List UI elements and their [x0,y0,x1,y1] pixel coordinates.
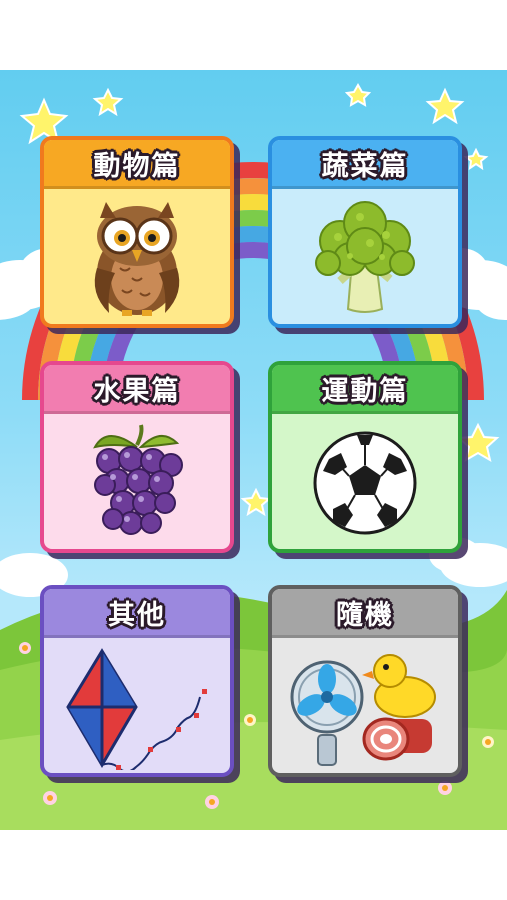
owl-icon [94,202,180,316]
random-items-icon [290,653,436,766]
category-card-animals[interactable]: 動物篇 [40,136,234,328]
card-header: 其他 [44,589,230,638]
card-header: 動物篇 [44,140,230,189]
category-card-others[interactable]: 其他 [40,585,234,777]
soccer-ball-icon [313,431,417,535]
grapes-icon [93,424,183,535]
card-illustration [272,414,458,549]
category-card-random[interactable]: 隨機 [268,585,462,777]
card-illustration [44,414,230,549]
rubber-duck-icon [362,653,436,718]
meat-icon [362,717,432,760]
card-title: 水果篇 [93,375,181,407]
card-title: 蔬菜篇 [321,150,409,182]
broccoli-icon [315,200,415,313]
category-card-fruits[interactable]: 水果篇 [40,361,234,553]
card-illustration [272,189,458,324]
card-title: 動物篇 [93,150,181,182]
card-illustration [44,189,230,324]
card-illustration [272,638,458,773]
card-header: 蔬菜篇 [272,140,458,189]
card-header: 運動篇 [272,365,458,414]
card-title: 其他 [108,599,166,631]
fan-icon [290,660,364,766]
category-card-vegetables[interactable]: 蔬菜篇 [268,136,462,328]
card-illustration [44,638,230,773]
card-title: 運動篇 [321,375,409,407]
card-header: 隨機 [272,589,458,638]
card-title: 隨機 [336,599,394,631]
card-header: 水果篇 [44,365,230,414]
kite-icon [66,647,207,770]
category-card-sports[interactable]: 運動篇 [268,361,462,553]
